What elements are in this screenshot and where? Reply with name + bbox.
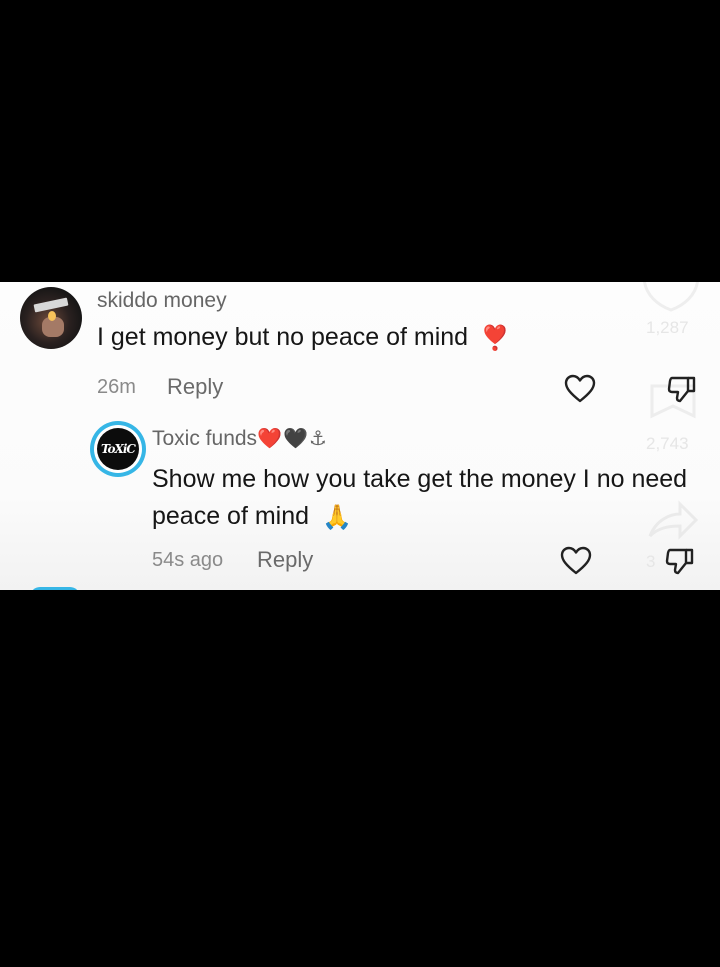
- reply-button[interactable]: Reply: [167, 374, 223, 400]
- reply-dislike-thumb-icon[interactable]: [664, 545, 696, 577]
- next-comment-avatar-edge: [30, 587, 80, 590]
- heart-exclamation-emoji: ❣️: [480, 324, 510, 352]
- comment-timestamp: 26m: [97, 376, 136, 398]
- overlay-like-count-1: 1,287: [646, 318, 689, 337]
- reply-text-body: Show me how you take get the money I no …: [152, 465, 688, 530]
- reply-username[interactable]: Toxic funds❤️🖤⚓: [152, 426, 328, 451]
- reply-avatar-logo: ToXiC: [97, 428, 139, 470]
- dislike-thumb-icon[interactable]: [666, 373, 698, 405]
- comment-text: I get money but no peace of mind ❣️: [97, 323, 510, 353]
- reply-avatar[interactable]: ToXiC: [90, 421, 146, 477]
- overlay-like-count-2: 2,743: [646, 434, 689, 453]
- praying-hands-emoji: 🙏: [322, 503, 352, 531]
- overlay-heart-icon: [643, 282, 699, 312]
- reply-reply-button[interactable]: Reply: [257, 547, 313, 573]
- username-emoji-badges: ❤️🖤⚓: [257, 428, 328, 450]
- overlay-like-count-3: 3: [646, 552, 656, 571]
- reply-username-label: Toxic funds: [152, 427, 258, 450]
- reply-avatar-ring: ToXiC: [94, 425, 142, 473]
- comment-username[interactable]: skiddo money: [97, 289, 227, 313]
- reply-text: Show me how you take get the money I no …: [152, 461, 692, 536]
- comments-panel: 1,287 2,743 3 skiddo money I get money b…: [0, 282, 720, 590]
- reply-like-heart-icon[interactable]: [560, 545, 592, 577]
- comment-text-body: I get money but no peace of mind: [97, 323, 469, 351]
- screen: 1,287 2,743 3 skiddo money I get money b…: [0, 0, 720, 967]
- avatar-flame-shape: [48, 311, 56, 321]
- avatar[interactable]: [20, 287, 82, 349]
- like-heart-icon[interactable]: [564, 373, 596, 405]
- reply-timestamp: 54s ago: [152, 549, 224, 571]
